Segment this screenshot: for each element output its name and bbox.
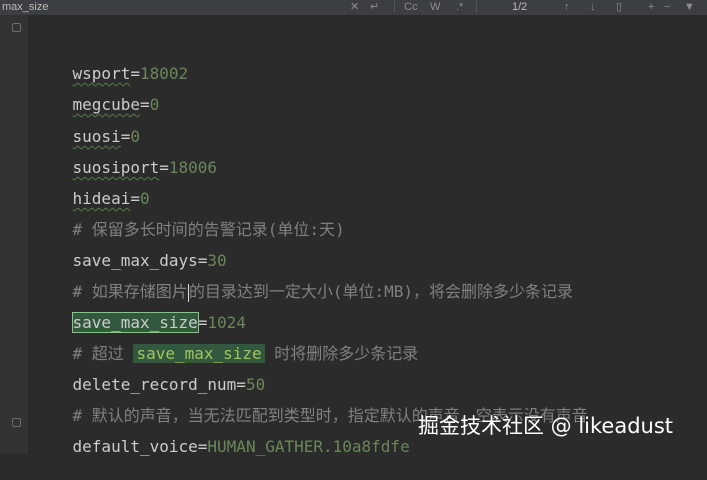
code-line: suosi=0: [72, 127, 140, 146]
clear-search-icon[interactable]: ✕: [350, 0, 359, 14]
whole-words-toggle[interactable]: W: [430, 0, 440, 14]
code-line: hideai=0: [72, 189, 150, 208]
code-line: # 如果存储图片的目录达到一定大小(单位:MB)，将会删除多少条记录: [34, 259, 573, 302]
fold-marker-icon[interactable]: [12, 418, 21, 427]
editor-gutter: [0, 15, 28, 454]
code-line: save_max_days=30: [72, 251, 227, 270]
property-value: 18006: [168, 158, 218, 177]
replace-icon[interactable]: ↵: [370, 0, 379, 14]
code-line: save_max_size=1024: [71, 312, 246, 333]
code-line: default_voice=HUMAN_GATHER.10a8fdfe: [72, 437, 410, 456]
match-case-toggle[interactable]: Cc: [404, 0, 417, 14]
code-line: # 超过 save_max_size 时将删除多少条记录: [34, 321, 418, 363]
property-value: HUMAN_GATHER.10a8fdfe: [207, 437, 410, 456]
code-line: suosiport=18006: [72, 158, 218, 177]
comment: 的目录达到一定大小(单位:MB)，将会删除多少条记录: [188, 282, 573, 301]
filter-icon[interactable]: ▼: [684, 0, 695, 14]
next-occurrence-icon[interactable]: ↓: [590, 0, 596, 14]
code-line: delete_record_num=50: [72, 375, 266, 394]
comment: 时将删除多少条记录: [264, 344, 419, 363]
previous-occurrence-icon[interactable]: ↑: [564, 0, 570, 14]
code-line: # 保留多长时间的告警记录(单位:天): [34, 197, 345, 239]
add-selection-icon[interactable]: +: [648, 0, 654, 14]
select-all-occurrences-icon[interactable]: ▯: [616, 0, 622, 14]
code-line: [ai]: [34, 7, 111, 29]
property-key: default_voice: [72, 437, 198, 456]
remove-selection-icon[interactable]: −: [664, 0, 670, 14]
code-line: wsport=18002: [72, 64, 189, 83]
code-line: # 默认的声音，当无法匹配到类型时，指定默认的声音，空表示没有声音: [34, 383, 588, 425]
match-count: 1/2: [512, 1, 528, 13]
property-value: 0: [149, 95, 160, 114]
code-line: megcube=0: [72, 95, 160, 114]
watermark: 掘金技术社区 @ likeadust: [418, 414, 674, 438]
fold-marker-icon[interactable]: [12, 23, 21, 32]
regex-toggle[interactable]: .*: [456, 0, 463, 14]
